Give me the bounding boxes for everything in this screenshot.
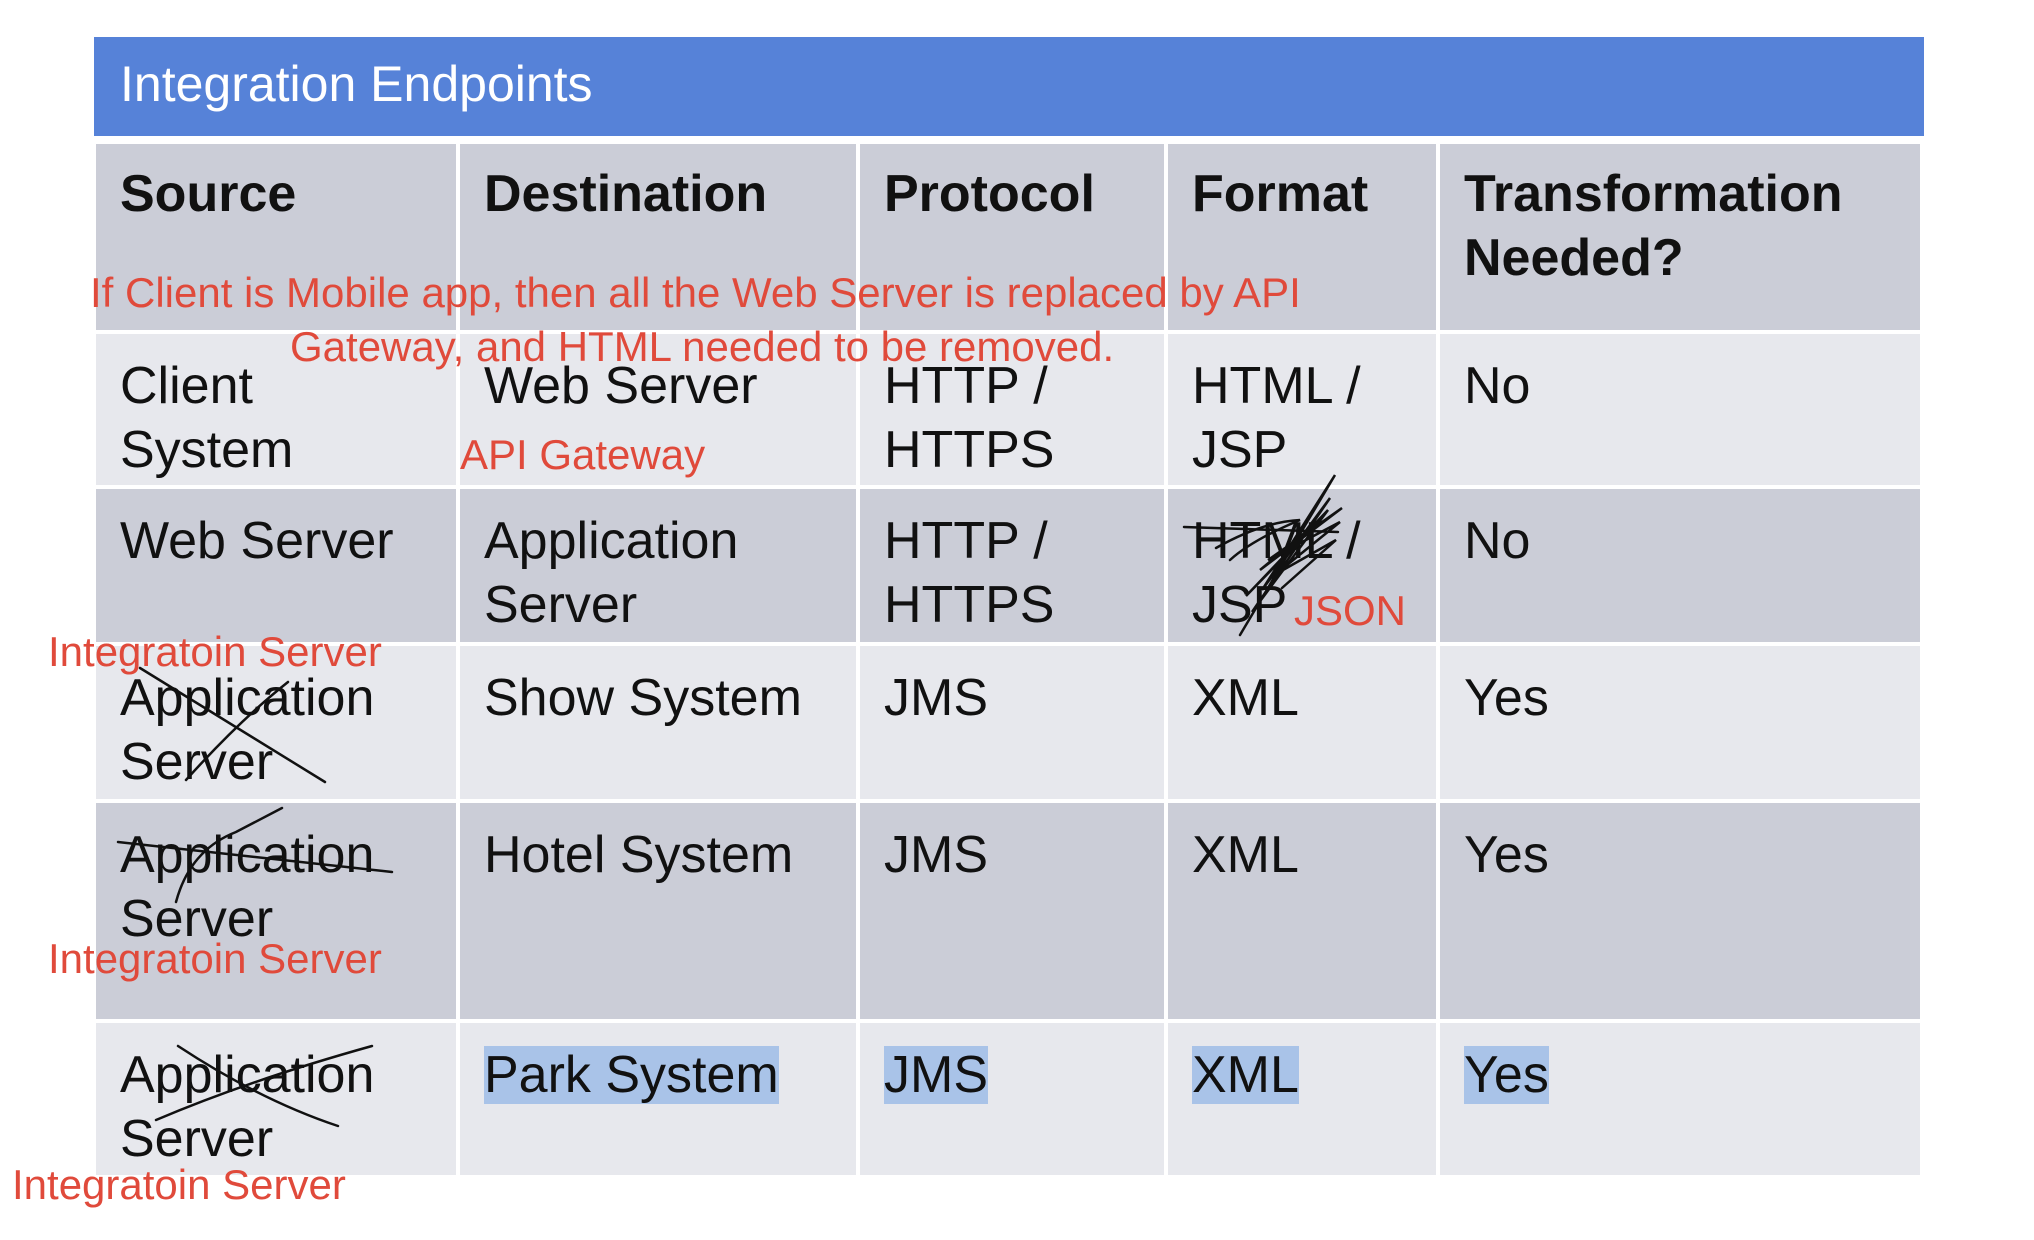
cell-protocol: JMS [856, 799, 1168, 1023]
cell-protocol[interactable]: JMS [856, 1019, 1168, 1179]
cell-format: XML [1164, 799, 1440, 1023]
selected-text[interactable]: Yes [1464, 1046, 1549, 1104]
cell-protocol: HTTP / HTTPS [856, 485, 1168, 646]
selected-text[interactable]: Park System [484, 1046, 779, 1104]
cell-format: XML [1164, 642, 1440, 803]
cell-source: Web Server [92, 485, 460, 646]
header-transformation: Transformation Needed? [1436, 140, 1924, 334]
cell-destination[interactable]: Park System [456, 1019, 860, 1179]
slide-title: Integration Endpoints [120, 56, 593, 112]
cell-transformation: No [1436, 485, 1924, 646]
integration-server-note: Integratoin Server [12, 1161, 346, 1208]
cell-format: HTML / JSP [1164, 330, 1440, 489]
selected-text[interactable]: XML [1192, 1046, 1299, 1104]
cell-transformation: Yes [1436, 799, 1924, 1023]
integration-server-note: Integratoin Server [48, 935, 382, 982]
table-row: Application Server Park System JMS XML Y… [92, 1019, 1924, 1179]
cell-transformation[interactable]: Yes [1436, 1019, 1924, 1179]
cell-transformation: No [1436, 330, 1924, 489]
cell-source: Application Server [92, 799, 460, 1023]
integration-server-note: Integratoin Server [48, 628, 382, 675]
mobile-note-line1: If Client is Mobile app, then all the We… [90, 269, 1301, 316]
cell-source: Application Server [92, 1019, 460, 1179]
cell-destination: Application Server [456, 485, 860, 646]
cell-transformation: Yes [1436, 642, 1924, 803]
api-gateway-note: API Gateway [460, 431, 706, 478]
title-bar: Integration Endpoints [94, 37, 1924, 136]
table-row: Application Server Hotel System JMS XML … [92, 799, 1924, 1023]
cell-destination: Show System [456, 642, 860, 803]
table-row: Web Server Application Server HTTP / HTT… [92, 485, 1924, 646]
mobile-note-line2: Gateway, and HTML needed to be removed. [290, 323, 1115, 370]
cell-destination: Hotel System [456, 799, 860, 1023]
selected-text[interactable]: JMS [884, 1046, 988, 1104]
cell-format[interactable]: XML [1164, 1019, 1440, 1179]
json-note: JSON [1294, 587, 1407, 634]
cell-protocol: JMS [856, 642, 1168, 803]
